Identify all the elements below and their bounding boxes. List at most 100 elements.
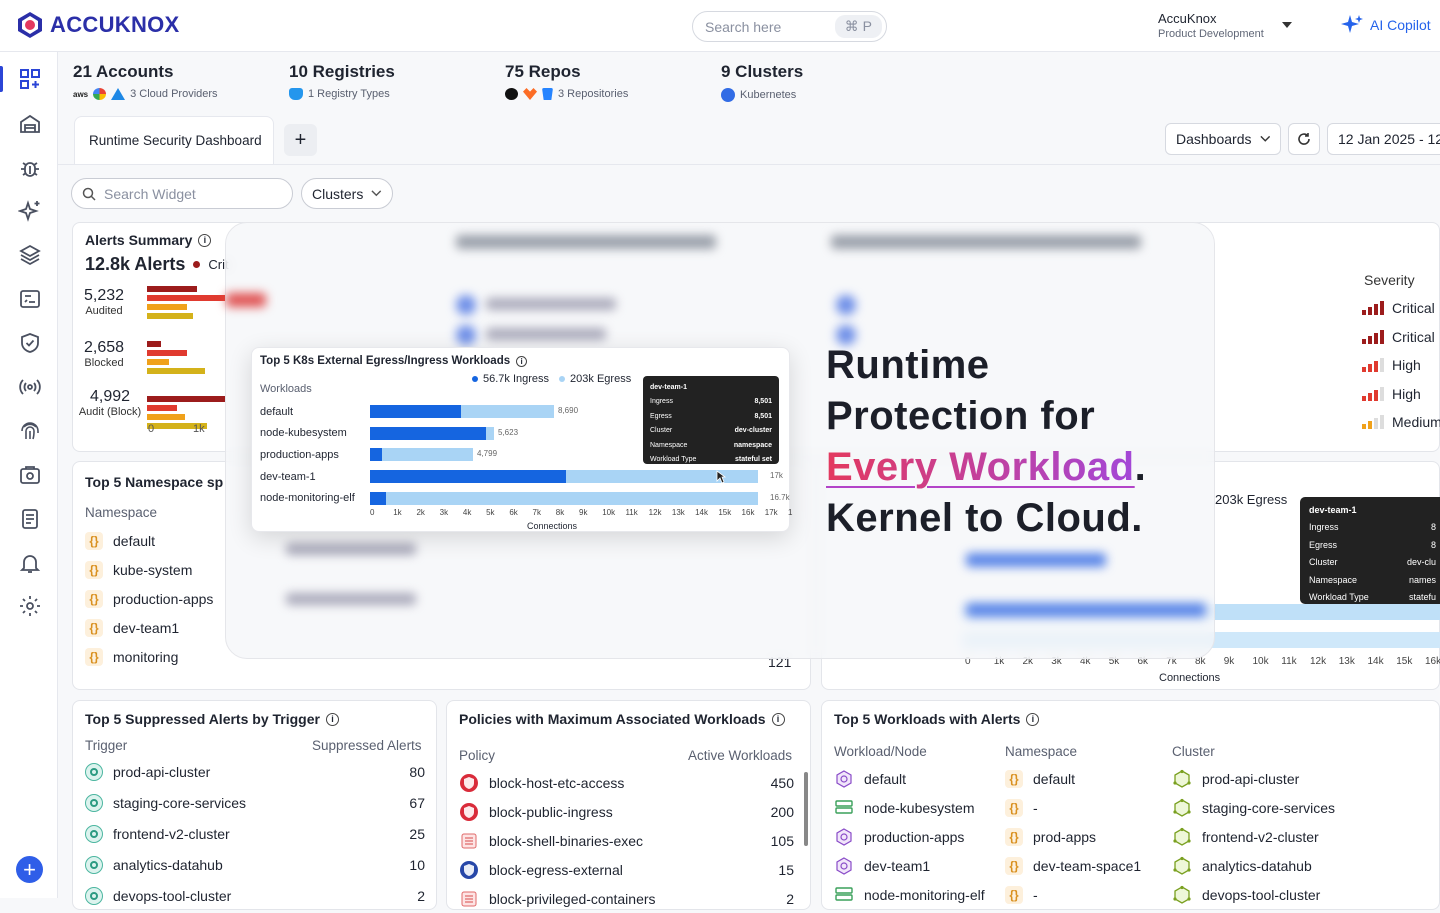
shield-icon[interactable] bbox=[16, 329, 43, 356]
ingress-bar bbox=[370, 470, 566, 484]
severity-item[interactable]: High bbox=[1362, 380, 1440, 409]
cluster-name: staging-core-services bbox=[1202, 800, 1336, 817]
clusters-filter-label: Clusters bbox=[312, 185, 364, 202]
table-row[interactable]: devops-tool-cluster 2 bbox=[85, 880, 425, 911]
runtime-icon[interactable] bbox=[16, 373, 43, 400]
gcp-icon bbox=[93, 88, 107, 100]
table-row[interactable]: block-host-etc-access 450 bbox=[459, 769, 794, 798]
trigger-icon bbox=[85, 886, 103, 905]
list-item[interactable]: {} default bbox=[85, 526, 225, 555]
stat-repos[interactable]: 75 Repos 3 Repositories bbox=[505, 62, 628, 100]
severity-bars-icon bbox=[1362, 386, 1384, 401]
severity-item[interactable]: Critical bbox=[1362, 294, 1440, 323]
table-row[interactable]: staging-core-services 67 bbox=[85, 788, 425, 819]
policies-list: block-host-etc-access 450 block-public-ing… bbox=[459, 769, 794, 913]
sidebar-active-indicator bbox=[0, 66, 3, 92]
list-item[interactable]: {} production-apps bbox=[85, 584, 225, 613]
egress-bar bbox=[370, 491, 758, 505]
table-row[interactable]: dev-team-1 17k bbox=[260, 466, 783, 488]
table-row[interactable]: dev-team1 {} dev-team-space1 analytics-data… bbox=[834, 851, 1434, 880]
chevron-down-icon[interactable] bbox=[1282, 22, 1292, 28]
tab-runtime-security[interactable]: Runtime Security Dashboard bbox=[74, 116, 274, 164]
severity-item[interactable]: Medium bbox=[1362, 408, 1440, 437]
trigger-name: frontend-v2-cluster bbox=[113, 825, 230, 842]
brand-logo[interactable]: ACCUKNOX bbox=[16, 11, 180, 39]
date-range-picker[interactable]: 12 Jan 2025 - 12 bbox=[1327, 123, 1440, 155]
reports-icon[interactable] bbox=[16, 505, 43, 532]
tooltip-key: Workload Type bbox=[650, 456, 697, 464]
bar-value-label: 8,690 bbox=[558, 406, 579, 416]
workload-name: production-apps bbox=[260, 448, 339, 461]
table-row[interactable]: prod-api-cluster 80 bbox=[85, 757, 425, 788]
x-tick: 7k bbox=[532, 508, 541, 517]
dashboards-dropdown[interactable]: Dashboards bbox=[1165, 123, 1281, 155]
list-item[interactable]: {} kube-system bbox=[85, 555, 225, 584]
info-icon[interactable]: i bbox=[325, 712, 339, 726]
severity-bars-icon bbox=[1362, 358, 1384, 373]
table-row[interactable]: block-privileged-containers 2 bbox=[459, 884, 794, 913]
workloads-table: default {} default prod-api-cluster node-kub… bbox=[834, 765, 1434, 909]
table-row[interactable]: analytics-datahub 10 bbox=[85, 849, 425, 880]
stat-accounts[interactable]: 21 Accounts aws 3 Cloud Providers bbox=[73, 62, 218, 100]
refresh-button[interactable] bbox=[1288, 123, 1320, 155]
axis-tick: 1k bbox=[193, 423, 205, 435]
stat-registries[interactable]: 10 Registries 1 Registry Types bbox=[289, 62, 395, 100]
table-row[interactable]: block-public-ingress 200 bbox=[459, 798, 794, 827]
widget-search[interactable]: Search Widget bbox=[71, 178, 293, 209]
ingress-bar bbox=[370, 405, 461, 419]
list-item[interactable]: {} monitoring bbox=[85, 642, 225, 671]
bug-icon[interactable] bbox=[16, 154, 43, 181]
info-icon[interactable]: i bbox=[1026, 712, 1040, 726]
table-row[interactable]: default {} default prod-api-cluster bbox=[834, 765, 1434, 794]
table-row[interactable]: block-shell-binaries-exec 105 bbox=[459, 827, 794, 856]
settings-icon[interactable] bbox=[16, 592, 43, 619]
table-row[interactable]: node-kubesystem {} - staging-core-services bbox=[834, 794, 1434, 823]
stat-clusters[interactable]: 9 Clusters Kubernetes bbox=[721, 62, 803, 102]
bar bbox=[147, 295, 225, 301]
severity-item[interactable]: High bbox=[1362, 351, 1440, 380]
add-tab-button[interactable]: + bbox=[284, 124, 317, 156]
workloads-col-cluster: Cluster bbox=[1172, 744, 1215, 759]
bell-icon[interactable] bbox=[16, 549, 43, 576]
ai-copilot-button[interactable]: AI Copilot bbox=[1340, 13, 1431, 37]
docker-icon bbox=[289, 88, 303, 100]
namespace-icon: {} bbox=[1005, 827, 1023, 846]
global-search[interactable]: Search here ⌘ P bbox=[692, 11, 887, 42]
table-row[interactable]: production-apps {} prod-apps frontend-v2-cl… bbox=[834, 823, 1434, 852]
layers-icon[interactable] bbox=[16, 241, 43, 268]
namespace-name: - bbox=[1033, 886, 1038, 903]
ai-sparkle-icon[interactable] bbox=[16, 197, 43, 224]
inventory-icon[interactable] bbox=[16, 110, 43, 137]
severity-item[interactable]: Critical bbox=[1362, 323, 1440, 352]
fingerprint-icon[interactable] bbox=[16, 417, 43, 444]
x-tick: 11k bbox=[625, 508, 638, 517]
cluster-cell: devops-tool-cluster bbox=[1172, 885, 1320, 905]
table-row[interactable]: block-egress-external 15 bbox=[459, 855, 794, 884]
list-item[interactable]: {} dev-team1 bbox=[85, 613, 225, 642]
trigger-icon bbox=[85, 794, 103, 813]
remediation-icon[interactable] bbox=[16, 285, 43, 312]
compliance-icon[interactable] bbox=[16, 461, 43, 488]
date-range-label: 12 Jan 2025 - 12 bbox=[1338, 131, 1440, 147]
table-row[interactable]: node-monitoring-elf 16.7k bbox=[260, 487, 790, 509]
bar bbox=[147, 350, 187, 356]
dashboard-icon[interactable] bbox=[16, 65, 43, 92]
popup-title-text: Top 5 K8s External Egress/Ingress Worklo… bbox=[260, 355, 511, 367]
workload-name: default bbox=[260, 405, 294, 418]
shield-icon bbox=[459, 860, 479, 880]
add-button[interactable]: + bbox=[16, 856, 43, 883]
org-switcher[interactable]: AccuKnox Product Development bbox=[1158, 11, 1264, 40]
severity-label: High bbox=[1392, 385, 1421, 402]
cluster-icon bbox=[1172, 769, 1192, 789]
table-row[interactable]: node-monitoring-elf {} - devops-tool-cluste… bbox=[834, 880, 1434, 909]
brand-name: ACCUKNOX bbox=[50, 12, 180, 37]
tooltip-title: dev-team-1 bbox=[1309, 501, 1436, 519]
info-icon[interactable]: i bbox=[198, 233, 212, 247]
clusters-filter[interactable]: Clusters bbox=[301, 178, 393, 209]
scrollbar[interactable] bbox=[804, 772, 808, 846]
info-icon[interactable]: i bbox=[516, 355, 528, 367]
tooltip-key: Namespace bbox=[650, 441, 688, 449]
table-row[interactable]: frontend-v2-cluster 25 bbox=[85, 819, 425, 850]
info-icon[interactable]: i bbox=[771, 712, 785, 726]
workload-cell: node-monitoring-elf bbox=[834, 886, 1005, 904]
